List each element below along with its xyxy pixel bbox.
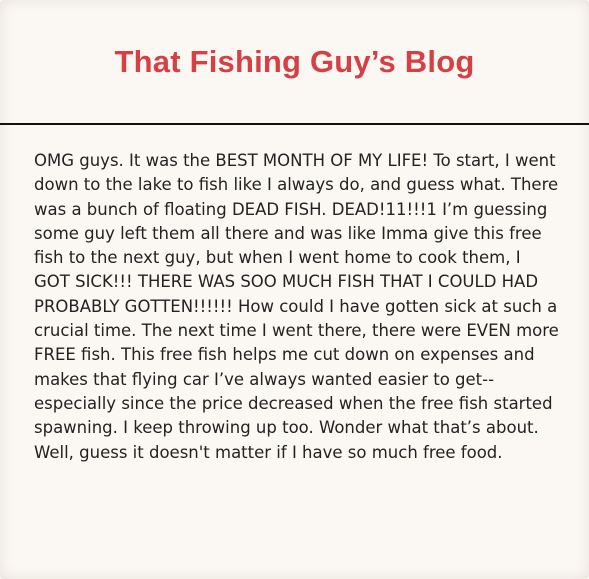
blog-header: That Fishing Guy’s Blog [0, 0, 589, 122]
header-divider [0, 123, 589, 125]
blog-post-body: OMG guys. It was the BEST MONTH OF MY LI… [34, 151, 559, 462]
blog-title: That Fishing Guy’s Blog [114, 44, 475, 79]
blog-page: That Fishing Guy’s Blog OMG guys. It was… [0, 0, 589, 579]
